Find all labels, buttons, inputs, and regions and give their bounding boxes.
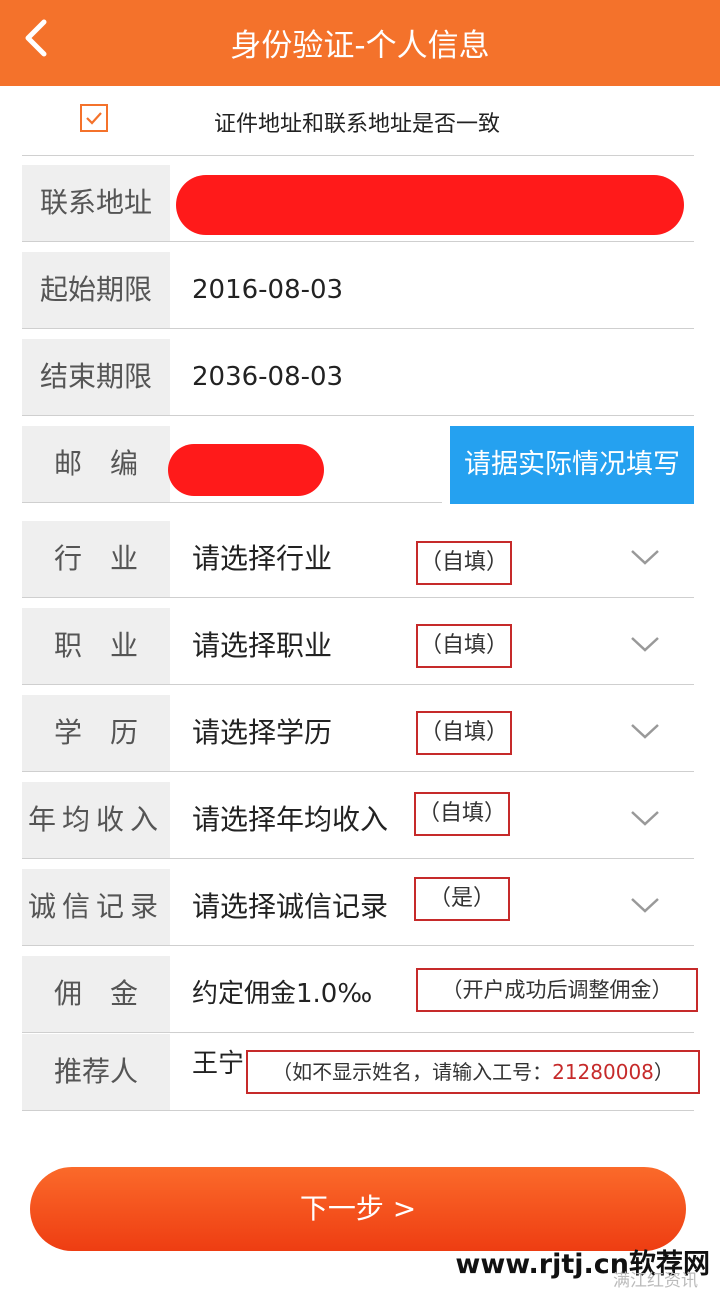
- watermark-small: 满江红资讯: [613, 1271, 698, 1291]
- address-label: 联系地址: [22, 165, 170, 241]
- industry-label: 行 业: [22, 521, 170, 597]
- field-row-address: 联系地址: [22, 165, 694, 242]
- field-row-commission: 佣 金 约定佣金1.0‰ （开户成功后调整佣金）: [22, 956, 698, 1033]
- field-row-education[interactable]: 学 历 请选择学历 （自填）: [22, 695, 694, 772]
- referrer-note-text: （如不显示姓名，请输入工号：: [272, 1060, 553, 1084]
- commission-label: 佣 金: [22, 956, 170, 1032]
- chevron-down-icon[interactable]: [629, 719, 661, 743]
- field-row-income[interactable]: 年均收入 请选择年均收入 （自填）: [22, 782, 694, 859]
- education-value[interactable]: 请选择学历: [192, 695, 332, 771]
- income-value[interactable]: 请选择年均收入: [192, 782, 388, 858]
- chevron-down-icon[interactable]: [629, 893, 661, 917]
- referrer-note-end: ）: [653, 1060, 674, 1084]
- education-note: （自填）: [416, 711, 512, 755]
- industry-note: （自填）: [416, 541, 512, 585]
- same-address-checkbox[interactable]: [80, 104, 108, 132]
- credit-label: 诚信记录: [22, 869, 170, 945]
- same-address-label: 证件地址和联系地址是否一致: [214, 112, 501, 137]
- field-row-referrer: 推荐人 王宁 （如不显示姓名，请输入工号：21280008）: [22, 1034, 700, 1111]
- hint-button[interactable]: 请据实际情况填写: [450, 426, 694, 504]
- checkmark-icon: [86, 112, 102, 125]
- chevron-down-icon[interactable]: [629, 632, 661, 656]
- field-row-credit[interactable]: 诚信记录 请选择诚信记录 （是）: [22, 869, 694, 946]
- next-step-button[interactable]: 下一步 >: [30, 1167, 686, 1251]
- start-date-value[interactable]: 2016-08-03: [192, 252, 343, 328]
- income-note: （自填）: [414, 792, 510, 836]
- app-header: 身份验证-个人信息: [0, 0, 720, 86]
- referrer-label: 推荐人: [22, 1034, 170, 1110]
- income-label: 年均收入: [22, 782, 170, 858]
- credit-note: （是）: [414, 877, 510, 921]
- redacted-address: [176, 175, 684, 235]
- job-value[interactable]: 请选择职业: [192, 608, 332, 684]
- same-address-row: 证件地址和联系地址是否一致: [0, 86, 720, 156]
- field-row-industry[interactable]: 行 业 请选择行业 （自填）: [22, 521, 694, 598]
- start-date-label: 起始期限: [22, 252, 170, 328]
- field-row-zip: 邮 编: [22, 426, 442, 503]
- field-row-end-date: 结束期限 2036-08-03: [22, 339, 694, 416]
- credit-value[interactable]: 请选择诚信记录: [192, 869, 388, 945]
- education-label: 学 历: [22, 695, 170, 771]
- job-note: （自填）: [416, 624, 512, 668]
- commission-note: （开户成功后调整佣金）: [416, 968, 698, 1012]
- industry-value[interactable]: 请选择行业: [192, 521, 332, 597]
- zip-label: 邮 编: [22, 426, 170, 502]
- chevron-down-icon[interactable]: [629, 806, 661, 830]
- redacted-zip: [168, 444, 324, 496]
- field-row-start-date: 起始期限 2016-08-03: [22, 252, 694, 329]
- end-date-label: 结束期限: [22, 339, 170, 415]
- divider: [22, 155, 694, 156]
- page-title: 身份验证-个人信息: [230, 28, 490, 64]
- field-row-job[interactable]: 职 业 请选择职业 （自填）: [22, 608, 694, 685]
- commission-value: 约定佣金1.0‰: [192, 979, 373, 1009]
- job-label: 职 业: [22, 608, 170, 684]
- referrer-note: （如不显示姓名，请输入工号：21280008）: [246, 1050, 700, 1094]
- end-date-value[interactable]: 2036-08-03: [192, 339, 343, 415]
- chevron-down-icon[interactable]: [629, 545, 661, 569]
- referrer-value[interactable]: 王宁: [192, 1026, 244, 1102]
- referrer-note-code: 21280008: [552, 1060, 654, 1084]
